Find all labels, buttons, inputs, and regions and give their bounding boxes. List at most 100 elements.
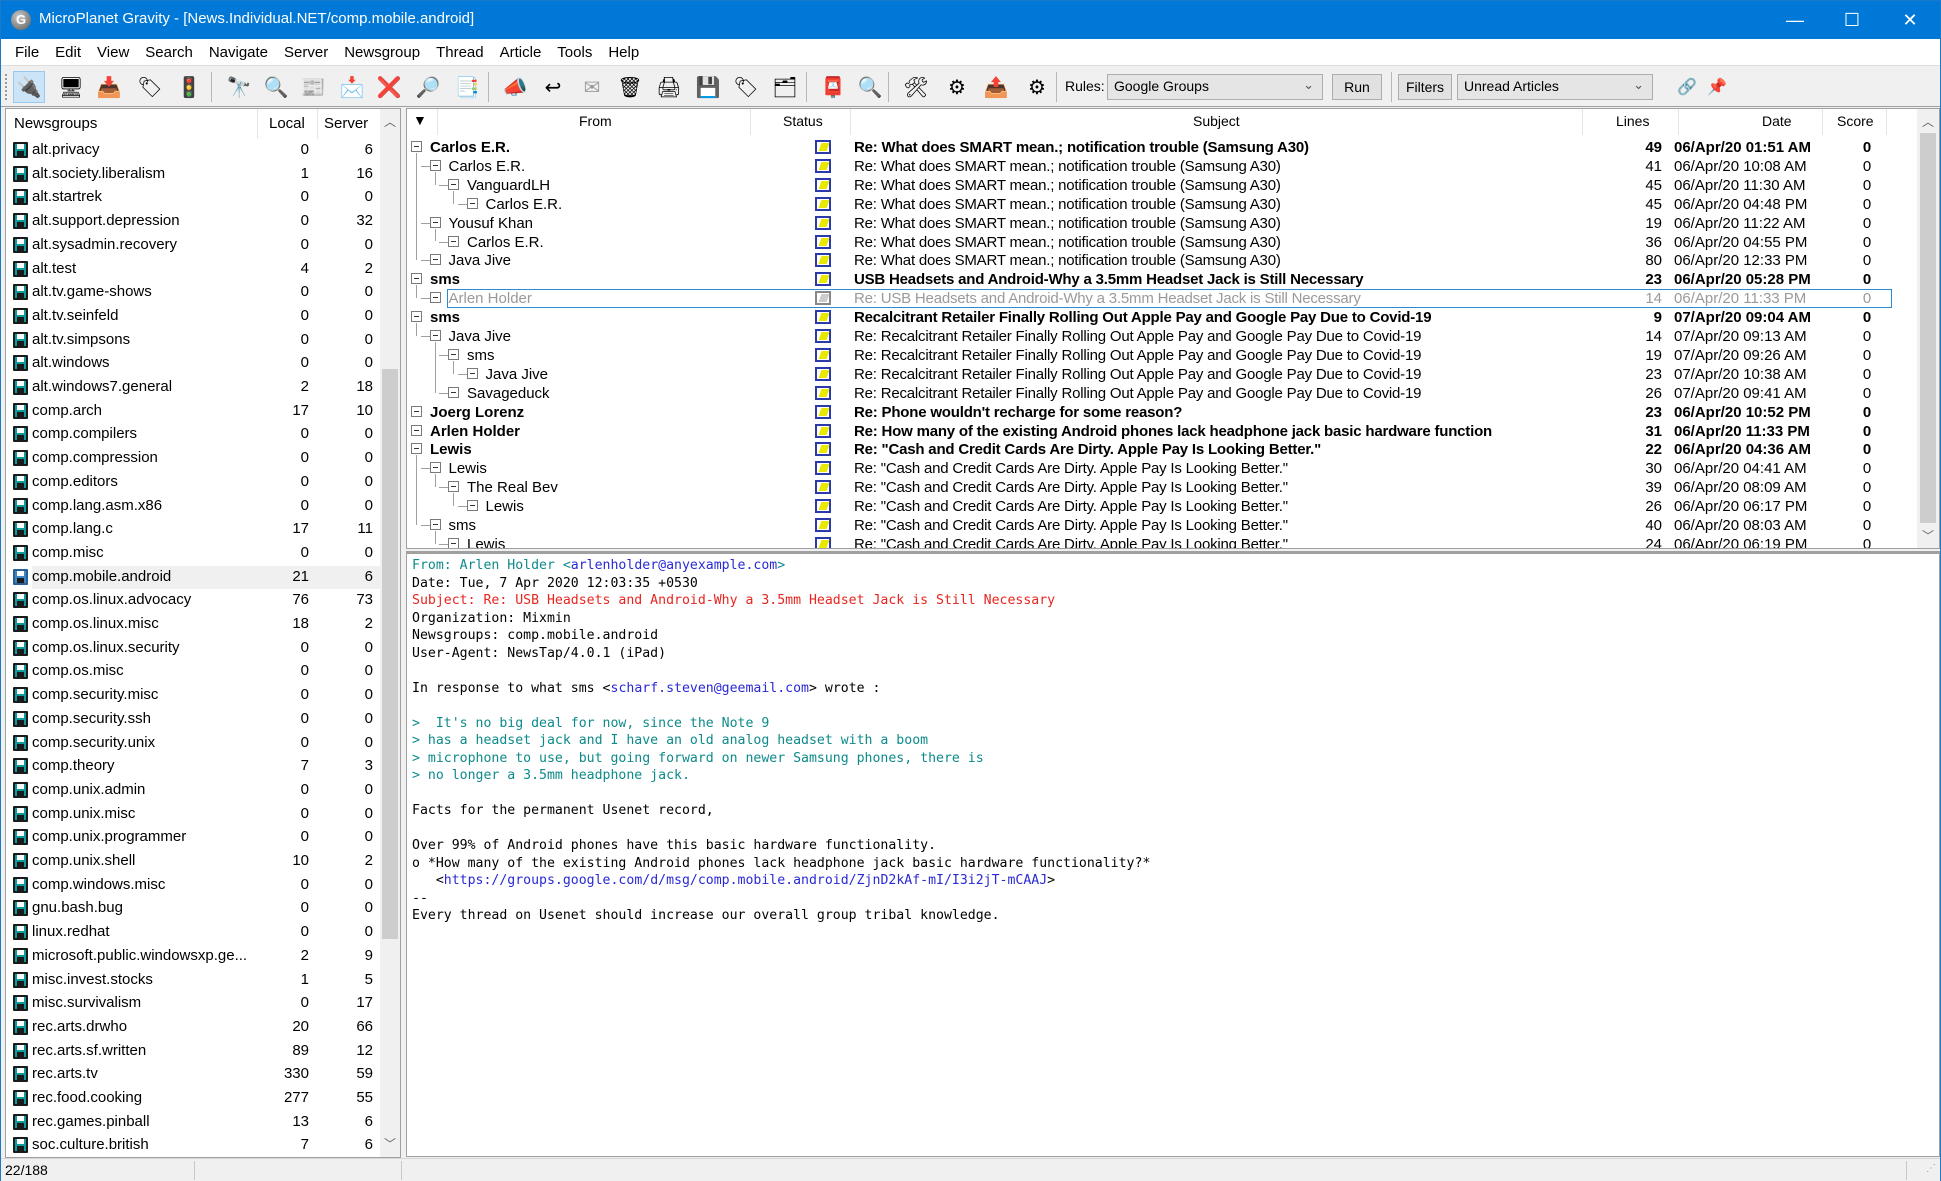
newsgroup-row[interactable]: gnu.bash.bug 0 0 xyxy=(6,897,381,921)
forward-icon[interactable]: ✉ xyxy=(576,71,608,103)
sort-dropdown-icon[interactable]: ▼ xyxy=(413,112,427,128)
newsgroup-row[interactable]: alt.windows 0 0 xyxy=(6,352,381,376)
thread-row[interactable]: sms Re: "Cash and Credit Cards Are Dirty.… xyxy=(407,516,1917,535)
outbox-icon[interactable]: 📤 xyxy=(980,71,1012,103)
collapse-icon[interactable] xyxy=(429,330,441,341)
newsgroup-row[interactable]: misc.invest.stocks 1 5 xyxy=(6,969,381,993)
scroll-down-icon[interactable]: ﹀ xyxy=(380,1135,400,1152)
collapse-icon[interactable] xyxy=(429,519,441,530)
collapse-icon[interactable] xyxy=(411,141,422,152)
collapse-icon[interactable] xyxy=(429,254,441,266)
post-icon[interactable]: 📮 xyxy=(817,71,849,103)
scroll-down-icon[interactable]: ﹀ xyxy=(1917,527,1939,544)
resize-grip-icon[interactable]: ⋰ xyxy=(1926,1163,1936,1174)
newsgroup-row[interactable]: comp.misc 0 0 xyxy=(6,542,381,566)
thread-row[interactable]: Lewis Re: "Cash and Credit Cards Are Dirt… xyxy=(407,497,1917,516)
newsgroup-row[interactable]: comp.unix.admin 0 0 xyxy=(6,779,381,803)
collapse-icon[interactable] xyxy=(448,348,459,360)
newsgroup-row[interactable]: alt.tv.simpsons 0 0 xyxy=(6,329,381,353)
minimize-button[interactable]: — xyxy=(1766,1,1824,39)
newsgroup-row[interactable]: comp.os.linux.misc 18 2 xyxy=(6,613,381,637)
tag-download-icon[interactable]: 🏷 xyxy=(134,71,166,103)
reply-icon[interactable]: ↩ xyxy=(537,71,569,103)
thread-row[interactable]: sms Recalcitrant Retailer Finally Rolling… xyxy=(407,308,1917,327)
filters-button[interactable]: Filters xyxy=(1398,74,1452,100)
thread-row[interactable]: Lewis Re: "Cash and Credit Cards Are Dirt… xyxy=(407,440,1917,459)
scroll-up-icon[interactable]: ︿ xyxy=(380,113,400,130)
thread-row[interactable]: Java Jive Re: Recalcitrant Retailer Final… xyxy=(407,365,1917,384)
newsgroup-row[interactable]: comp.unix.programmer 0 0 xyxy=(6,826,381,850)
thread-row[interactable]: VanguardLH Re: What does SMART mean.; not… xyxy=(407,176,1917,195)
newsgroup-row[interactable]: comp.theory 7 3 xyxy=(6,755,381,779)
collapse-icon[interactable] xyxy=(411,424,422,436)
thread-row[interactable]: Carlos E.R. Re: What does SMART mean.; no… xyxy=(407,157,1917,176)
newsgroup-row[interactable]: comp.compilers 0 0 xyxy=(6,423,381,447)
tools-icon[interactable]: 🛠 xyxy=(900,71,932,103)
collapse-icon[interactable] xyxy=(448,178,459,190)
menu-navigate[interactable]: Navigate xyxy=(201,44,276,61)
newsgroup-row[interactable]: microsoft.public.windowsxp.ge... 2 9 xyxy=(6,945,381,969)
column-score[interactable]: Score xyxy=(1837,113,1874,129)
menu-thread[interactable]: Thread xyxy=(428,44,492,61)
thread-scrollbar[interactable]: ︿ ﹀ xyxy=(1917,109,1939,548)
scrollbar-thumb[interactable] xyxy=(382,369,398,939)
column-newsgroups[interactable]: Newsgroups xyxy=(14,115,97,132)
thread-row[interactable]: Yousuf Khan Re: What does SMART mean.; no… xyxy=(407,214,1917,233)
menu-edit[interactable]: Edit xyxy=(47,44,89,61)
connect-icon[interactable]: 🔌 xyxy=(13,71,45,103)
newsgroup-row[interactable]: rec.arts.sf.written 89 12 xyxy=(6,1040,381,1064)
close-button[interactable]: ✕ xyxy=(1881,1,1939,39)
traffic-light-icon[interactable]: 🚦 xyxy=(173,71,205,103)
scroll-up-icon[interactable]: ︿ xyxy=(1917,113,1939,130)
collapse-icon[interactable] xyxy=(448,537,459,548)
thread-row[interactable]: Carlos E.R. Re: What does SMART mean.; no… xyxy=(407,195,1917,214)
collapse-icon[interactable] xyxy=(411,273,422,285)
newsgroup-row[interactable]: alt.tv.game-shows 0 0 xyxy=(6,281,381,305)
thread-icon[interactable]: 📑 xyxy=(451,71,483,103)
newsgroup-row[interactable]: comp.lang.asm.x86 0 0 xyxy=(6,495,381,519)
menu-tools[interactable]: Tools xyxy=(549,44,600,61)
collapse-icon[interactable] xyxy=(466,197,478,209)
article-body[interactable]: From: Arlen Holder <arlenholder@anyexamp… xyxy=(412,557,1150,925)
newsgroup-icon[interactable]: 📰 xyxy=(297,71,329,103)
newsgroup-row[interactable]: linux.redhat 0 0 xyxy=(6,921,381,945)
collapse-icon[interactable] xyxy=(429,159,441,171)
newsgroup-row[interactable]: comp.mobile.android 21 6 xyxy=(6,565,381,590)
collapse-icon[interactable] xyxy=(411,405,422,417)
newsgroup-row[interactable]: comp.unix.misc 0 0 xyxy=(6,803,381,827)
newsgroup-row[interactable]: comp.security.misc 0 0 xyxy=(6,684,381,708)
newsgroup-row[interactable]: comp.security.ssh 0 0 xyxy=(6,708,381,732)
column-server[interactable]: Server xyxy=(324,115,368,132)
rules-icon[interactable]: ⚙ xyxy=(941,71,973,103)
find-thread-icon[interactable]: 🔎 xyxy=(412,71,444,103)
newsgroup-row[interactable]: soc.culture.british 7 6 xyxy=(6,1134,381,1157)
collapse-icon[interactable] xyxy=(466,367,478,379)
get-articles-icon[interactable]: 📩 xyxy=(336,71,368,103)
newsgroup-row[interactable]: rec.arts.tv 330 59 xyxy=(6,1063,381,1087)
collapse-icon[interactable] xyxy=(448,481,459,493)
collapse-icon[interactable] xyxy=(429,462,441,474)
thread-row[interactable]: Arlen Holder Re: How many of the existing… xyxy=(407,422,1917,441)
newsgroup-row[interactable]: alt.windows7.general 2 18 xyxy=(6,376,381,400)
thread-row[interactable]: The Real Bev Re: "Cash and Credit Cards A… xyxy=(407,478,1917,497)
column-from[interactable]: From xyxy=(579,113,612,129)
newsgroup-row[interactable]: comp.windows.misc 0 0 xyxy=(6,874,381,898)
newsgroup-row[interactable]: comp.os.misc 0 0 xyxy=(6,660,381,684)
thread-row[interactable]: Java Jive Re: What does SMART mean.; noti… xyxy=(407,251,1917,270)
newsgroup-row[interactable]: comp.arch 17 10 xyxy=(6,400,381,424)
thread-row[interactable]: Joerg Lorenz Re: Phone wouldn't recharge … xyxy=(407,403,1917,422)
newsgroup-row[interactable]: alt.test 4 2 xyxy=(6,258,381,282)
binoculars-icon[interactable]: 🔭 xyxy=(223,71,255,103)
toolbar-grip[interactable] xyxy=(5,74,8,100)
collapse-icon[interactable] xyxy=(429,292,441,304)
newsgroup-scrollbar[interactable]: ︿ ﹀ xyxy=(380,109,400,1157)
attribution-email-link[interactable]: scharf.steven@geemail.com xyxy=(611,681,810,696)
collapse-icon[interactable] xyxy=(411,443,422,455)
title-bar[interactable]: G MicroPlanet Gravity - [News.Individual… xyxy=(1,1,1940,39)
newsgroup-row[interactable]: alt.privacy 0 6 xyxy=(6,139,381,163)
newsgroup-row[interactable]: comp.security.unix 0 0 xyxy=(6,732,381,756)
maximize-button[interactable]: ☐ xyxy=(1823,1,1881,39)
thread-row[interactable]: Lewis Re: "Cash and Credit Cards Are Dirt… xyxy=(407,459,1917,478)
search-icon[interactable]: 🔍 xyxy=(260,71,292,103)
thread-row[interactable]: Carlos E.R. Re: What does SMART mean.; no… xyxy=(407,233,1917,252)
